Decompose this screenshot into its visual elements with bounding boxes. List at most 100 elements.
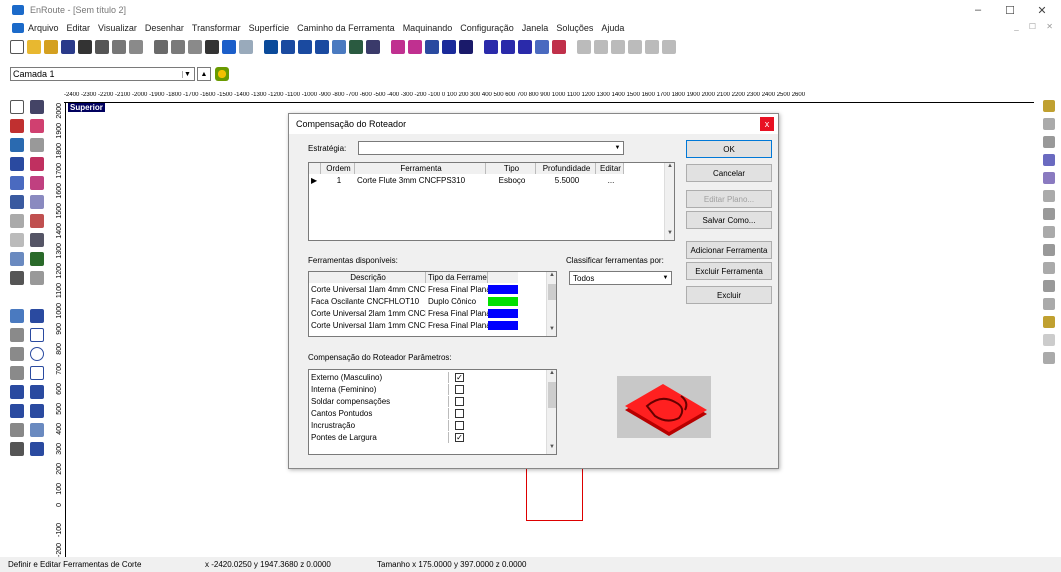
copy-icon[interactable] [171,40,185,54]
menu-editar[interactable]: Editar [67,23,91,33]
save-icon[interactable] [61,40,75,54]
bezier-icon[interactable] [10,347,24,361]
close-window-button[interactable]: ✕ [1026,0,1058,20]
param-checkbox[interactable] [455,421,464,430]
list-icon[interactable] [30,157,44,171]
text-icon[interactable] [30,404,44,418]
menu-arquivo[interactable]: Arquivo [28,23,59,33]
toolpath-icon[interactable] [408,40,422,54]
list-item[interactable]: Faca Oscilante CNCFHLOT10 Duplo Cônico [309,296,518,307]
zoom-fit-icon[interactable] [315,40,329,54]
ok-button[interactable]: OK [686,140,772,158]
surface-7-icon[interactable] [1043,208,1055,220]
minimize-button[interactable]: – [962,0,994,20]
list-item[interactable]: Corte Universal 1lam 1mm CNCFES1 Fresa F… [309,320,518,331]
surface-12-icon[interactable] [1043,298,1055,310]
polyline-icon[interactable] [10,328,24,342]
router-offset-icon[interactable] [425,40,439,54]
surface-2-icon[interactable] [1043,118,1055,130]
magnet-icon[interactable] [10,214,24,228]
envelope-icon[interactable] [10,271,24,285]
param-checkbox[interactable] [455,397,464,406]
menu-maquinando[interactable]: Maquinando [403,23,453,33]
rotate-icon[interactable] [10,138,24,152]
cut-icon[interactable] [154,40,168,54]
grid-icon[interactable] [95,40,109,54]
shade-icon[interactable] [366,40,380,54]
output-icon[interactable] [459,40,473,54]
zoom-extent-icon[interactable] [332,40,346,54]
param-row[interactable]: Interna (Feminino) [309,384,539,395]
menu-ajuda[interactable]: Ajuda [601,23,624,33]
menu-transformar[interactable]: Transformar [192,23,241,33]
document-icon[interactable] [12,22,24,33]
layer-down-icon[interactable] [501,40,515,54]
zoom-out-icon[interactable] [298,40,312,54]
remove-tool-button[interactable]: Excluir Ferramenta [686,262,772,280]
row-edit-button[interactable]: ... [596,175,624,186]
surface-3-icon[interactable] [1043,136,1055,148]
menu-visualizar[interactable]: Visualizar [98,23,137,33]
layer-top-icon[interactable] [518,40,532,54]
chevron-down-icon[interactable]: ▼ [660,272,671,284]
layer-up-icon[interactable] [484,40,498,54]
tools-grid-scrollbar[interactable]: ▲ ▼ [664,163,674,240]
param-row[interactable]: Externo (Masculino) ✓ [309,372,539,383]
chevron-down-icon[interactable]: ▼ [612,142,623,154]
canvas-shape[interactable] [526,467,583,521]
zoom-in-icon[interactable] [281,40,295,54]
transform-icon[interactable] [30,119,44,133]
param-row[interactable]: Cantos Pontudos [309,408,539,419]
machine-icon[interactable] [442,40,456,54]
surface-8-icon[interactable] [1043,226,1055,238]
param-checkbox[interactable] [455,409,464,418]
param-row[interactable]: Incrustração [309,420,539,431]
render-icon[interactable] [349,40,363,54]
menu-caminho-ferramenta[interactable]: Caminho da Ferramenta [297,23,395,33]
surface-14-icon[interactable] [1043,334,1055,346]
surface-4-icon[interactable] [1043,154,1055,166]
polygon-icon[interactable] [30,366,44,380]
param-checkbox[interactable]: ✓ [455,373,464,382]
delete-icon[interactable] [205,40,219,54]
surface-1-icon[interactable] [1043,100,1055,112]
layer-spin-icon[interactable]: ▲ [197,67,211,81]
calendar-icon[interactable] [552,40,566,54]
group-icon[interactable] [30,176,44,190]
bucket-icon[interactable] [10,195,24,209]
dimension-icon[interactable] [30,442,44,456]
surface-11-icon[interactable] [1043,280,1055,292]
param-row[interactable]: Pontes de Largura ✓ [309,432,539,443]
sphere-icon[interactable] [10,423,24,437]
zoom-window-icon[interactable] [264,40,278,54]
print-icon[interactable] [78,40,92,54]
surface-5-icon[interactable] [1043,172,1055,184]
select-arrow-icon[interactable] [10,100,24,114]
arc-icon[interactable] [30,309,44,323]
table-row[interactable]: ▶ 1 Corte Flute 3mm CNCFPS310 Esboço 5.5… [309,175,624,186]
menu-janela[interactable]: Janela [522,23,549,33]
maximize-button[interactable]: ☐ [994,0,1026,20]
weld-icon[interactable] [30,195,44,209]
pencil-icon[interactable] [129,40,143,54]
row-type[interactable]: Esboço [486,175,536,186]
params-scrollbar[interactable]: ▲ ▼ [546,370,556,454]
text-box-icon[interactable] [10,385,24,399]
star-shape-icon[interactable] [30,385,44,399]
layer-properties-icon[interactable] [215,67,229,81]
menu-desenhar[interactable]: Desenhar [145,23,184,33]
row-depth[interactable]: 5.5000 [536,175,596,186]
circle-icon[interactable] [30,347,44,361]
open-folder-icon[interactable] [27,40,41,54]
edit-plan-button[interactable]: Editar Plano... [686,190,772,208]
dialog-close-button[interactable]: x [760,117,774,131]
menu-configuracao[interactable]: Configuração [460,23,514,33]
boolean-icon[interactable] [30,233,44,247]
sort-select[interactable]: Todos ▼ [569,271,672,285]
new-file-icon[interactable] [10,40,24,54]
row-order[interactable]: 1 [321,175,355,186]
align-icon[interactable] [10,157,24,171]
layer-select[interactable]: Camada 1 ▼ [10,67,195,81]
surface-6-icon[interactable] [1043,190,1055,202]
available-grid-scrollbar[interactable]: ▲ ▼ [546,272,556,336]
